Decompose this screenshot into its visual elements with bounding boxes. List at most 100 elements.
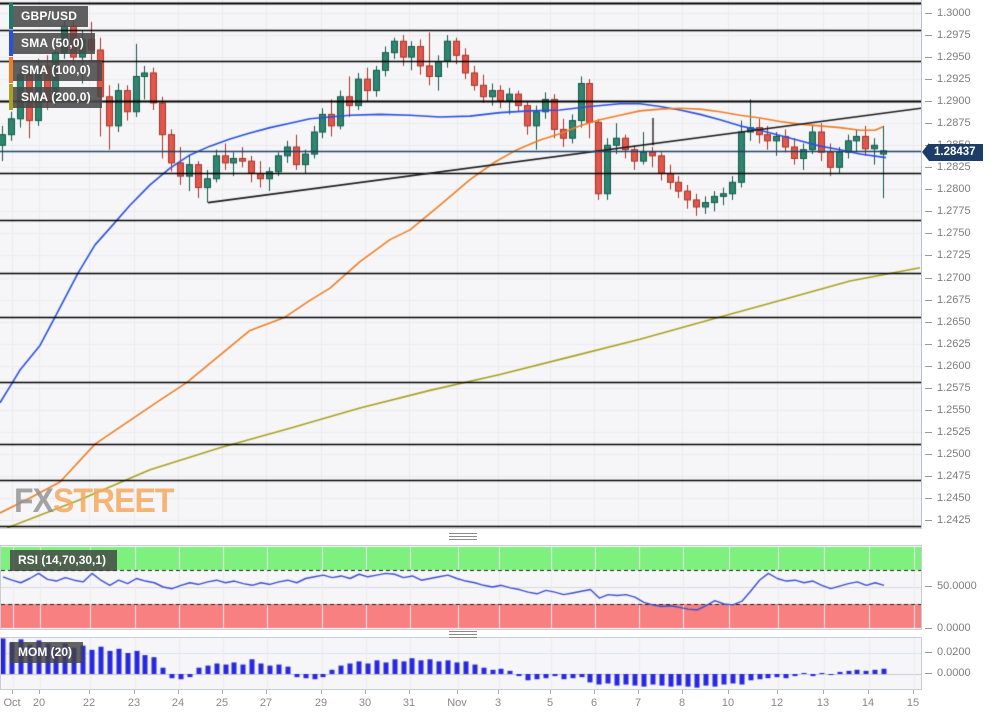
watermark-street: STREET <box>53 482 173 520</box>
time-axis-tick <box>777 690 778 694</box>
time-axis-tick <box>222 690 223 694</box>
time-axis-tick <box>728 690 729 694</box>
time-axis-tick <box>913 690 914 694</box>
price-axis-label: 1.2500 <box>937 448 971 460</box>
time-axis-tick <box>39 690 40 694</box>
price-axis-label: 1.2925 <box>937 73 971 85</box>
time-axis-label: 22 <box>83 697 95 709</box>
price-axis-label: 1.2425 <box>937 514 971 526</box>
rsi-chart-canvas[interactable] <box>1 546 921 629</box>
time-axis-tick <box>550 690 551 694</box>
time-axis-tick <box>12 690 13 694</box>
price-axis-tick <box>925 79 932 80</box>
price-axis-tick <box>925 123 932 124</box>
indicator-axis-tick <box>925 628 932 629</box>
price-axis-label: 1.2825 <box>937 161 971 173</box>
time-axis-tick <box>409 690 410 694</box>
time-axis-label: 12 <box>771 697 783 709</box>
fxstreet-watermark: FXSTREET <box>14 484 173 518</box>
price-axis-tick <box>925 410 932 411</box>
time-axis-label: Nov <box>447 697 467 709</box>
legend-sma100[interactable]: SMA (100,0) <box>9 57 102 83</box>
sma100-label: SMA (100,0) <box>13 60 102 81</box>
time-axis-tick <box>868 690 869 694</box>
price-axis-tick <box>925 189 932 190</box>
time-axis-tick <box>594 690 595 694</box>
price-tag-arrow-icon <box>922 143 929 161</box>
price-axis-tick <box>925 167 932 168</box>
time-axis[interactable]: Oct202223242527293031Nov356781012131415 <box>0 690 922 719</box>
legend-symbol[interactable]: GBP/USD <box>9 3 88 29</box>
time-axis-label: 8 <box>679 697 685 709</box>
time-axis-label: 24 <box>172 697 184 709</box>
price-axis-label: 1.2725 <box>937 249 971 261</box>
price-axis-tick <box>925 35 932 36</box>
price-axis-tick <box>925 520 932 521</box>
sma200-label: SMA (200,0) <box>13 87 102 108</box>
time-axis-tick <box>365 690 366 694</box>
price-axis-tick <box>925 255 932 256</box>
price-axis-tick <box>925 278 932 279</box>
time-axis-label: 3 <box>495 697 501 709</box>
price-axis-label: 1.2950 <box>937 51 971 63</box>
price-axis-tick <box>925 344 932 345</box>
price-axis[interactable]: 1.30001.29751.29501.29251.29001.28751.28… <box>923 0 1006 719</box>
indicator-axis-tick <box>925 652 932 653</box>
time-axis-label: 6 <box>591 697 597 709</box>
time-axis-tick <box>498 690 499 694</box>
indicator-axis-label: 0.0000 <box>937 622 971 634</box>
chart-application: GBP/USD SMA (50,0) SMA (100,0) SMA (200,… <box>0 0 1006 719</box>
time-axis-tick <box>823 690 824 694</box>
price-axis-label: 1.2650 <box>937 316 971 328</box>
price-axis-label: 1.2750 <box>937 227 971 239</box>
symbol-label: GBP/USD <box>13 6 88 27</box>
legend-sma50[interactable]: SMA (50,0) <box>9 30 95 56</box>
price-axis-label: 1.2575 <box>937 382 971 394</box>
time-axis-tick <box>638 690 639 694</box>
price-tag-value: 1.28437 <box>929 144 983 161</box>
price-axis-label: 1.2775 <box>937 205 971 217</box>
panel-resize-handle-icon[interactable] <box>449 631 477 638</box>
indicator-axis-label: 0.0000 <box>937 667 971 679</box>
sma50-label: SMA (50,0) <box>13 33 95 54</box>
price-axis-label: 1.2800 <box>937 183 971 195</box>
panel-resize-handle-icon[interactable] <box>449 533 477 540</box>
price-axis-label: 1.2700 <box>937 272 971 284</box>
time-axis-label: 7 <box>635 697 641 709</box>
time-axis-tick <box>134 690 135 694</box>
price-axis-tick <box>925 300 932 301</box>
price-chart-canvas[interactable] <box>0 0 921 528</box>
time-axis-label: 13 <box>817 697 829 709</box>
price-axis-tick <box>925 476 932 477</box>
price-axis-label: 1.2525 <box>937 426 971 438</box>
watermark-fx: FX <box>14 482 53 520</box>
momentum-label[interactable]: MOM (20) <box>10 642 83 663</box>
price-axis-label: 1.2625 <box>937 338 971 350</box>
time-axis-label: 23 <box>128 697 140 709</box>
price-axis-label: 1.2875 <box>937 117 971 129</box>
momentum-chart-canvas[interactable] <box>1 638 921 689</box>
time-axis-tick <box>178 690 179 694</box>
price-axis-label: 1.2600 <box>937 360 971 372</box>
indicator-axis-label: 0.0200 <box>937 646 971 658</box>
rsi-label[interactable]: RSI (14,70,30,1) <box>10 550 117 571</box>
price-axis-label: 1.2675 <box>937 294 971 306</box>
legend-sma200[interactable]: SMA (200,0) <box>9 84 102 110</box>
price-axis-tick <box>925 432 932 433</box>
time-axis-label: 27 <box>260 697 272 709</box>
indicator-axis-tick <box>925 586 932 587</box>
time-axis-label: Oct <box>3 697 20 709</box>
time-axis-tick <box>89 690 90 694</box>
price-axis-tick <box>925 13 932 14</box>
time-axis-label: 25 <box>216 697 228 709</box>
price-axis-tick <box>925 233 932 234</box>
time-axis-label: 10 <box>722 697 734 709</box>
price-axis-tick <box>925 57 932 58</box>
time-axis-label: 14 <box>862 697 874 709</box>
time-axis-label: 5 <box>547 697 553 709</box>
price-axis-tick <box>925 388 932 389</box>
time-axis-tick <box>266 690 267 694</box>
time-axis-label: 20 <box>33 697 45 709</box>
time-axis-tick <box>321 690 322 694</box>
time-axis-tick <box>457 690 458 694</box>
